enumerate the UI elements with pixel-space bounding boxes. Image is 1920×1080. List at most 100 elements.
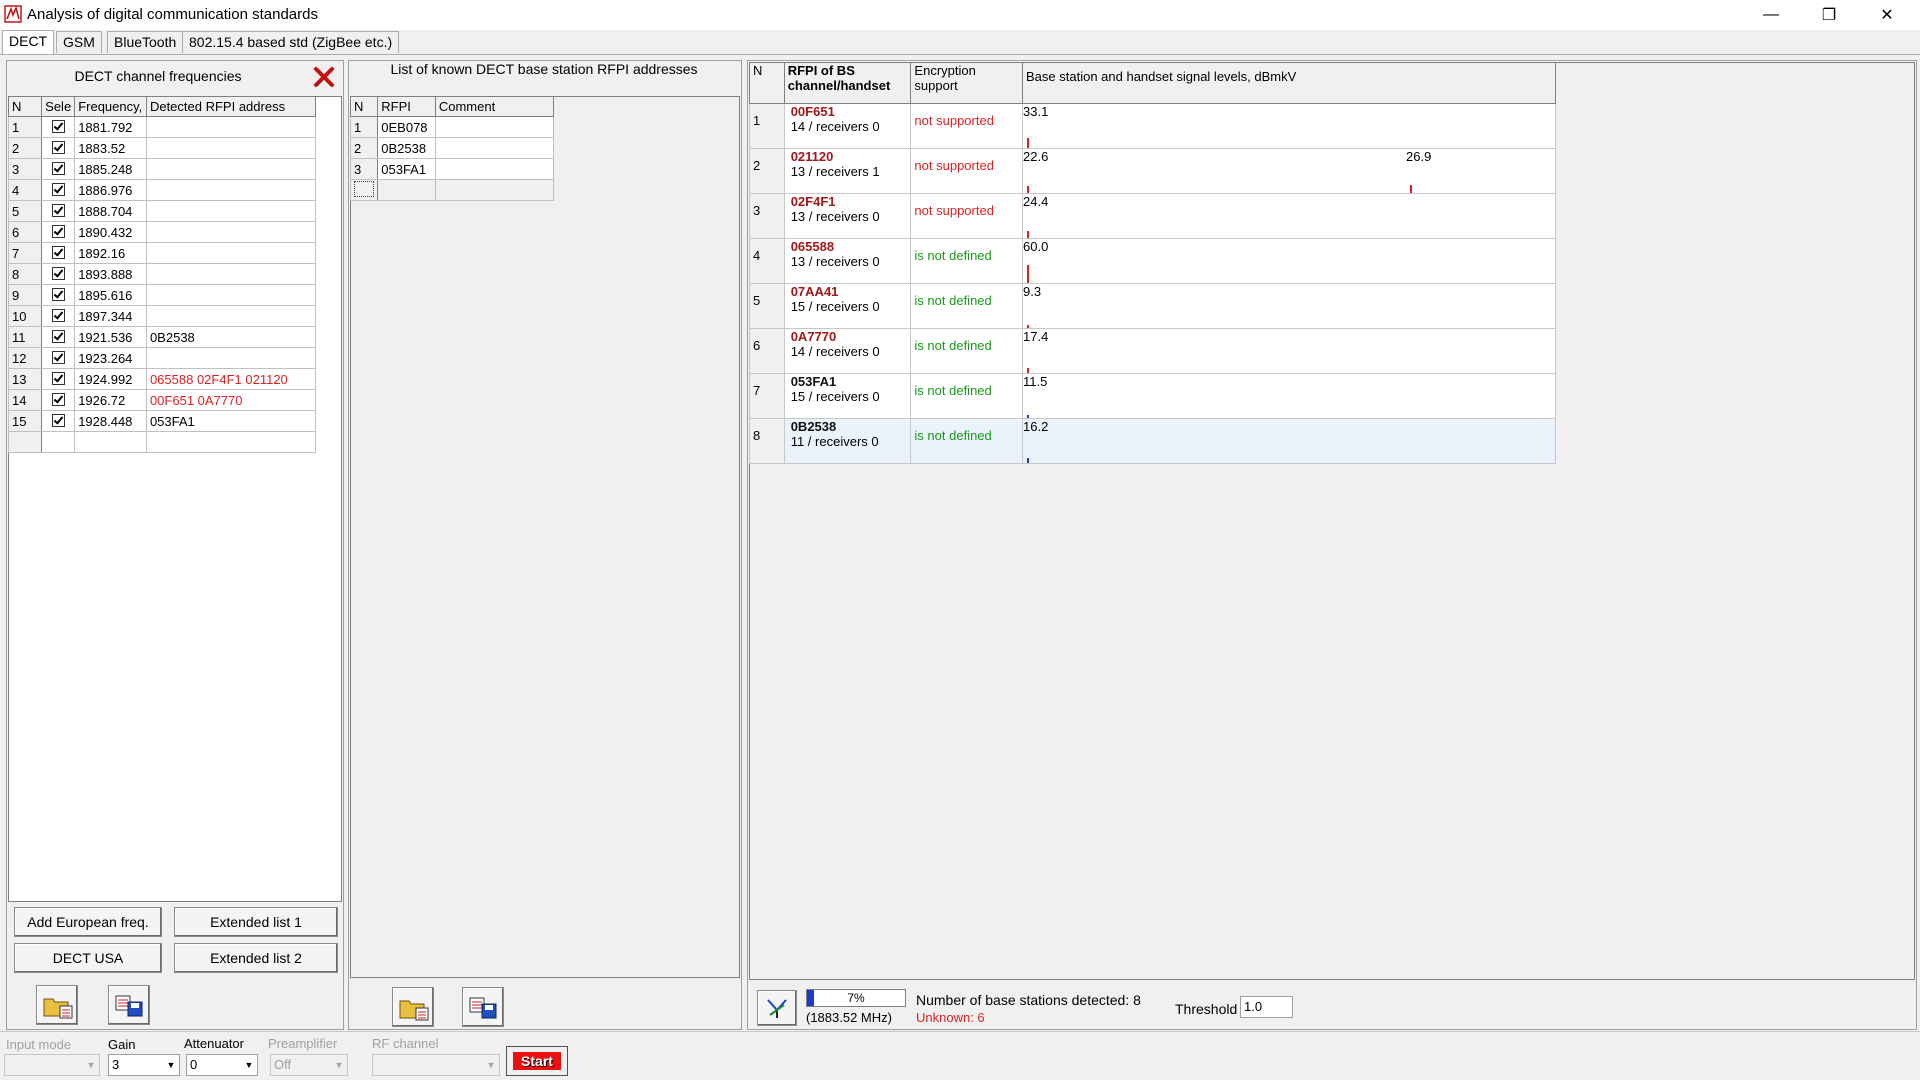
station-rfpi-cell: 02F4F1 13 / receivers 0: [783, 193, 912, 239]
channel-row-empty[interactable]: [7, 431, 317, 453]
channel-checkbox[interactable]: [51, 120, 65, 133]
clear-x-icon[interactable]: [313, 66, 335, 88]
stations-table-header: N RFPI of BS channel/handset Encryption …: [749, 62, 1556, 104]
channel-checkbox[interactable]: [51, 351, 65, 364]
channel-row[interactable]: 1 1881.792: [7, 116, 317, 138]
gain-select[interactable]: 3 ▼: [108, 1054, 180, 1076]
channel-row[interactable]: 2 1883.52: [7, 137, 317, 159]
focus-cell[interactable]: [354, 180, 374, 197]
channel-frequency: 1886.976: [74, 179, 147, 201]
known-row[interactable]: 1 0EB078: [349, 116, 555, 138]
channel-checkbox[interactable]: [51, 393, 65, 406]
extended-list-2-button[interactable]: Extended list 2: [174, 943, 338, 973]
channel-row[interactable]: 3 1885.248: [7, 158, 317, 180]
attenuator-select[interactable]: 0 ▼: [186, 1054, 258, 1076]
channel-row[interactable]: 8 1893.888: [7, 263, 317, 285]
channel-checkbox[interactable]: [51, 162, 65, 175]
tab-bluetooth[interactable]: BlueTooth: [107, 31, 184, 53]
channel-checkbox[interactable]: [51, 141, 65, 154]
channel-select-cell: [41, 347, 76, 369]
known-row[interactable]: 3 053FA1: [349, 158, 555, 180]
channel-row[interactable]: 13 1924.992 065588 02F4F1 021120: [7, 368, 317, 390]
channel-frequency: 1893.888: [74, 263, 147, 285]
channel-n: 14: [7, 389, 43, 411]
known-row-new[interactable]: [349, 179, 555, 201]
tab-dect[interactable]: DECT: [2, 30, 55, 54]
stations-col-encryption: Encryption support: [910, 62, 1024, 104]
channel-row[interactable]: 4 1886.976: [7, 179, 317, 201]
save-channels-button[interactable]: [108, 985, 150, 1025]
close-button[interactable]: ✕: [1858, 0, 1916, 30]
station-rfpi-cell: 0B2538 11 / receivers 0: [783, 418, 912, 464]
channel-rfpi: [145, 263, 317, 285]
channel-n: 7: [7, 242, 43, 264]
station-encryption: is not defined: [910, 238, 1024, 284]
channel-checkbox[interactable]: [51, 246, 65, 259]
minimize-button[interactable]: —: [1742, 0, 1800, 30]
channel-checkbox[interactable]: [51, 309, 65, 322]
tab-gsm[interactable]: GSM: [56, 31, 102, 53]
channel-table: N Sele Frequency, Detected RFPI address …: [7, 96, 317, 453]
extended-list-1-button[interactable]: Extended list 1: [174, 907, 338, 937]
channel-row[interactable]: 15 1928.448 053FA1: [7, 410, 317, 432]
tab-zigbee[interactable]: 802.15.4 based std (ZigBee etc.): [182, 31, 400, 53]
station-row[interactable]: 3 02F4F1 13 / receivers 0 not supported 24.4: [749, 193, 1556, 239]
channel-row[interactable]: 11 1921.536 0B2538: [7, 326, 317, 348]
station-row[interactable]: 4 065588 13 / receivers 0 is not defined 60.…: [749, 238, 1556, 284]
add-european-freq-button[interactable]: Add European freq.: [14, 907, 162, 937]
load-known-button[interactable]: [392, 987, 434, 1027]
channel-rfpi: 00F651 0A7770: [145, 389, 317, 411]
channel-row[interactable]: 5 1888.704: [7, 200, 317, 222]
channel-checkbox[interactable]: [51, 372, 65, 385]
preamplifier-select[interactable]: Off ▼: [270, 1054, 348, 1076]
threshold-input[interactable]: 1.0: [1240, 996, 1293, 1018]
save-known-button[interactable]: [462, 987, 504, 1027]
channel-checkbox[interactable]: [51, 204, 65, 217]
tab-divider: [0, 54, 1920, 55]
signal-level-label: 24.4: [1023, 194, 1049, 210]
start-button[interactable]: Start: [506, 1046, 568, 1076]
channel-checkbox[interactable]: [51, 414, 65, 427]
channel-rfpi: 053FA1: [145, 410, 317, 432]
channel-checkbox[interactable]: [51, 288, 65, 301]
station-row[interactable]: 5 07AA41 15 / receivers 0 is not defined 9.3: [749, 283, 1556, 329]
station-row[interactable]: 1 00F651 14 / receivers 0 not supported 33.1: [749, 103, 1556, 149]
rf-channel-select[interactable]: ▼: [372, 1054, 500, 1076]
attenuator-value: 0: [190, 1057, 198, 1072]
station-rfpi-cell: 053FA1 15 / receivers 0: [783, 373, 912, 419]
known-row[interactable]: 2 0B2538: [349, 137, 555, 159]
channel-row[interactable]: 14 1926.72 00F651 0A7770: [7, 389, 317, 411]
station-n: 3: [749, 193, 785, 239]
station-row[interactable]: 6 0A7770 14 / receivers 0 is not defined 17.…: [749, 328, 1556, 374]
antenna-icon: [767, 999, 787, 1018]
channel-rfpi: [145, 242, 317, 264]
channel-row[interactable]: 9 1895.616: [7, 284, 317, 306]
channel-row[interactable]: 6 1890.432: [7, 221, 317, 243]
channel-row[interactable]: 12 1923.264: [7, 347, 317, 369]
channel-checkbox[interactable]: [51, 267, 65, 280]
station-row[interactable]: 2 021120 13 / receivers 1 not supported 22.6…: [749, 148, 1556, 194]
station-levels: 22.6 26.9: [1022, 148, 1556, 194]
channel-rfpi: [145, 137, 317, 159]
restore-button[interactable]: ❐: [1800, 0, 1858, 30]
station-rfpi-cell: 07AA41 15 / receivers 0: [783, 283, 912, 329]
channel-row[interactable]: 7 1892.16: [7, 242, 317, 264]
station-row[interactable]: 7 053FA1 15 / receivers 0 is not defined 11.…: [749, 373, 1556, 419]
station-rfpi-cell: 0A7770 14 / receivers 0: [783, 328, 912, 374]
channel-row[interactable]: 10 1897.344: [7, 305, 317, 327]
signal-level-label: 26.9: [1406, 149, 1432, 165]
channel-checkbox[interactable]: [51, 330, 65, 343]
station-row[interactable]: 8 0B2538 11 / receivers 0 is not defined 16.…: [749, 418, 1556, 464]
dect-usa-button[interactable]: DECT USA: [14, 943, 162, 973]
station-rfpi-cell: 065588 13 / receivers 0: [783, 238, 912, 284]
input-mode-select[interactable]: ▼: [4, 1054, 100, 1076]
station-rfpi: 07AA41: [790, 284, 839, 300]
channel-frequency: 1892.16: [74, 242, 147, 264]
signal-level-bar: [1410, 185, 1413, 193]
channel-n: 10: [7, 305, 43, 327]
channel-checkbox[interactable]: [51, 183, 65, 196]
scan-settings-button[interactable]: [757, 990, 797, 1026]
station-channel-info: 13 / receivers 0: [790, 254, 880, 269]
channel-checkbox[interactable]: [51, 225, 65, 238]
load-channels-button[interactable]: [36, 985, 78, 1025]
